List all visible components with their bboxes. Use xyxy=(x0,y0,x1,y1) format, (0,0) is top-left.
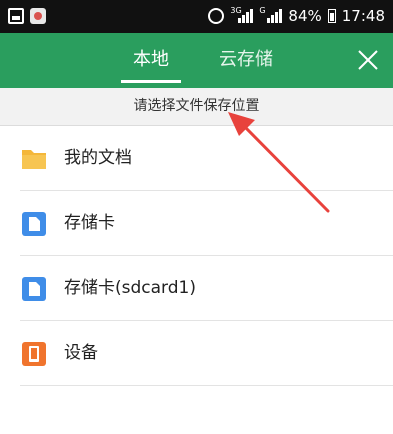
sd-card-icon xyxy=(22,212,46,236)
image-icon xyxy=(8,8,24,24)
location-my-documents[interactable]: 我的文档 xyxy=(20,126,393,191)
signal-icon-2: G xyxy=(259,6,283,23)
location-label: 存储卡 xyxy=(64,213,115,233)
network-type-b: G xyxy=(259,6,266,15)
folder-icon xyxy=(22,150,46,169)
location-storage-card[interactable]: 存储卡 xyxy=(20,191,393,256)
app-icon xyxy=(30,8,46,24)
location-list: 我的文档 存储卡 存储卡(sdcard1) 设备 xyxy=(0,126,393,386)
location-label: 存储卡(sdcard1) xyxy=(64,278,196,298)
status-left-icons xyxy=(8,8,46,24)
device-icon xyxy=(22,342,46,366)
location-device[interactable]: 设备 xyxy=(20,321,393,386)
app-bar: 本地 云存储 xyxy=(0,33,393,88)
status-time: 17:48 xyxy=(341,7,385,25)
sd-card-icon xyxy=(22,277,46,301)
alarm-icon xyxy=(208,8,225,24)
location-storage-card-sdcard1[interactable]: 存储卡(sdcard1) xyxy=(20,256,393,321)
battery-icon xyxy=(327,9,336,23)
close-icon[interactable] xyxy=(353,45,383,75)
battery-percent: 84% xyxy=(288,7,322,25)
save-location-hint: 请选择文件保存位置 xyxy=(0,88,393,126)
status-right: 3G G 84% 17:48 xyxy=(208,6,385,25)
location-label: 设备 xyxy=(64,343,98,363)
location-label: 我的文档 xyxy=(64,148,132,168)
network-type-a: 3G xyxy=(230,6,242,15)
tab-cloud-storage[interactable]: 云存储 xyxy=(208,33,284,88)
status-bar: 3G G 84% 17:48 xyxy=(0,0,393,33)
signal-icon: 3G xyxy=(230,6,254,23)
active-tab-indicator xyxy=(121,80,181,83)
